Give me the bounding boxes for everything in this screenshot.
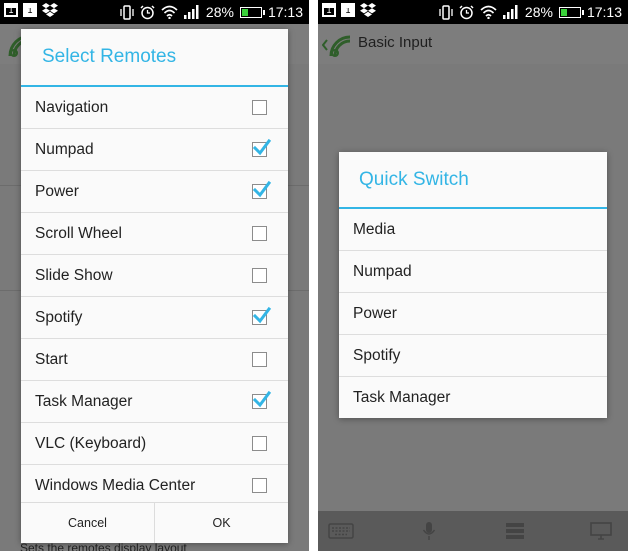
monitor-icon[interactable] <box>590 522 612 540</box>
remote-option[interactable]: Scroll Wheel <box>21 213 288 255</box>
checkbox-unchecked[interactable] <box>252 226 267 241</box>
checkbox-checked[interactable] <box>252 180 272 199</box>
app-bar: Basic Input <box>318 24 628 64</box>
battery-level <box>241 8 248 16</box>
notification-icon: 1 <box>322 3 336 17</box>
checkbox-checked[interactable] <box>252 138 272 157</box>
vibrate-icon <box>439 4 453 20</box>
remote-option[interactable]: Navigation <box>21 87 288 129</box>
remote-option[interactable]: Numpad <box>21 129 288 171</box>
wifi-icon <box>161 5 178 19</box>
check-icon <box>252 180 272 198</box>
remotes-list: Navigation Numpad Power Scroll Wheel Slide S… <box>21 87 288 507</box>
app-title: Basic Input <box>358 34 433 51</box>
alarm-icon <box>140 4 155 19</box>
quick-switch-dialog: Quick Switch Media Numpad Power Spotify Task… <box>339 152 607 418</box>
dialog-title: Select Remotes <box>21 29 288 87</box>
notification-icon: 1 <box>341 3 355 17</box>
clock: 17:13 <box>267 4 303 20</box>
remote-option-label: Navigation <box>35 98 109 116</box>
remote-option-label: Numpad <box>35 140 94 158</box>
dropbox-icon <box>42 3 58 17</box>
bottom-toolbar <box>318 511 628 551</box>
remote-option-label: Spotify <box>35 308 83 326</box>
remote-option[interactable]: Task Manager <box>21 381 288 423</box>
clock: 17:13 <box>586 4 622 20</box>
remote-option-label: Slide Show <box>35 266 113 284</box>
checkbox-unchecked[interactable] <box>252 352 267 367</box>
quick-switch-list: Media Numpad Power Spotify Task Manager <box>339 209 607 419</box>
quick-switch-item[interactable]: Spotify <box>339 335 607 377</box>
remote-option-label: Scroll Wheel <box>35 224 122 242</box>
battery-percent: 28% <box>205 4 234 20</box>
wifi-icon <box>480 5 497 19</box>
dropbox-icon <box>360 3 376 17</box>
quick-switch-item-label: Power <box>353 304 397 322</box>
status-bar: 1 1 28% 17:13 <box>318 0 628 24</box>
checkbox-checked[interactable] <box>252 390 272 409</box>
remote-option-label: Task Manager <box>35 392 133 410</box>
microphone-icon[interactable] <box>422 521 436 541</box>
quick-switch-item[interactable]: Numpad <box>339 251 607 293</box>
status-bar: 1 1 28% 17:13 <box>0 0 309 24</box>
remote-option[interactable]: Windows Media Center <box>21 465 288 507</box>
remote-option[interactable]: Spotify <box>21 297 288 339</box>
checkbox-checked[interactable] <box>252 306 272 325</box>
keyboard-icon[interactable] <box>328 523 354 539</box>
remote-option-label: Windows Media Center <box>35 477 196 494</box>
notification-icon: 1 <box>23 3 37 17</box>
battery-level <box>560 8 567 16</box>
remote-option[interactable]: Power <box>21 171 288 213</box>
quick-switch-item[interactable]: Task Manager <box>339 377 607 419</box>
ok-button[interactable]: OK <box>154 503 288 543</box>
check-icon <box>252 306 272 324</box>
remote-list-icon[interactable] <box>505 522 525 540</box>
battery-percent: 28% <box>524 4 553 20</box>
quick-switch-item[interactable]: Power <box>339 293 607 335</box>
battery-icon <box>239 6 265 18</box>
quick-switch-item[interactable]: Media <box>339 209 607 251</box>
checkbox-unchecked[interactable] <box>252 100 267 115</box>
notification-icon: 1 <box>4 3 18 17</box>
quick-switch-item-label: Task Manager <box>353 389 451 406</box>
check-icon <box>252 138 272 156</box>
quick-switch-item-label: Spotify <box>353 346 401 364</box>
left-phone-screen: 1 1 28% 17:13 Sets the remotes display l… <box>0 0 309 551</box>
cancel-button[interactable]: Cancel <box>21 503 154 543</box>
select-remotes-dialog: Select Remotes Navigation Numpad Power Scro… <box>21 29 288 543</box>
remote-option[interactable]: Start <box>21 339 288 381</box>
remote-option-label: Power <box>35 182 79 200</box>
dialog-button-bar: Cancel OK <box>21 502 288 543</box>
vibrate-icon <box>120 4 134 20</box>
checkbox-unchecked[interactable] <box>252 478 267 493</box>
remote-option[interactable]: Slide Show <box>21 255 288 297</box>
signal-icon <box>502 5 518 19</box>
battery-icon <box>558 6 584 18</box>
quick-switch-item-label: Numpad <box>353 262 412 280</box>
checkbox-unchecked[interactable] <box>252 436 267 451</box>
checkbox-unchecked[interactable] <box>252 268 267 283</box>
alarm-icon <box>459 4 474 19</box>
quick-switch-item-label: Media <box>353 220 396 238</box>
app-logo-icon[interactable] <box>322 30 354 60</box>
signal-icon <box>183 5 199 19</box>
right-phone-screen: 1 1 28% 17:13 Basic Input Quick Switch M… <box>318 0 628 551</box>
dialog-title: Quick Switch <box>339 152 607 209</box>
remote-option-label: VLC (Keyboard) <box>35 434 147 452</box>
remote-option-label: Start <box>35 350 68 368</box>
remote-option[interactable]: VLC (Keyboard) <box>21 423 288 465</box>
check-icon <box>252 390 272 408</box>
